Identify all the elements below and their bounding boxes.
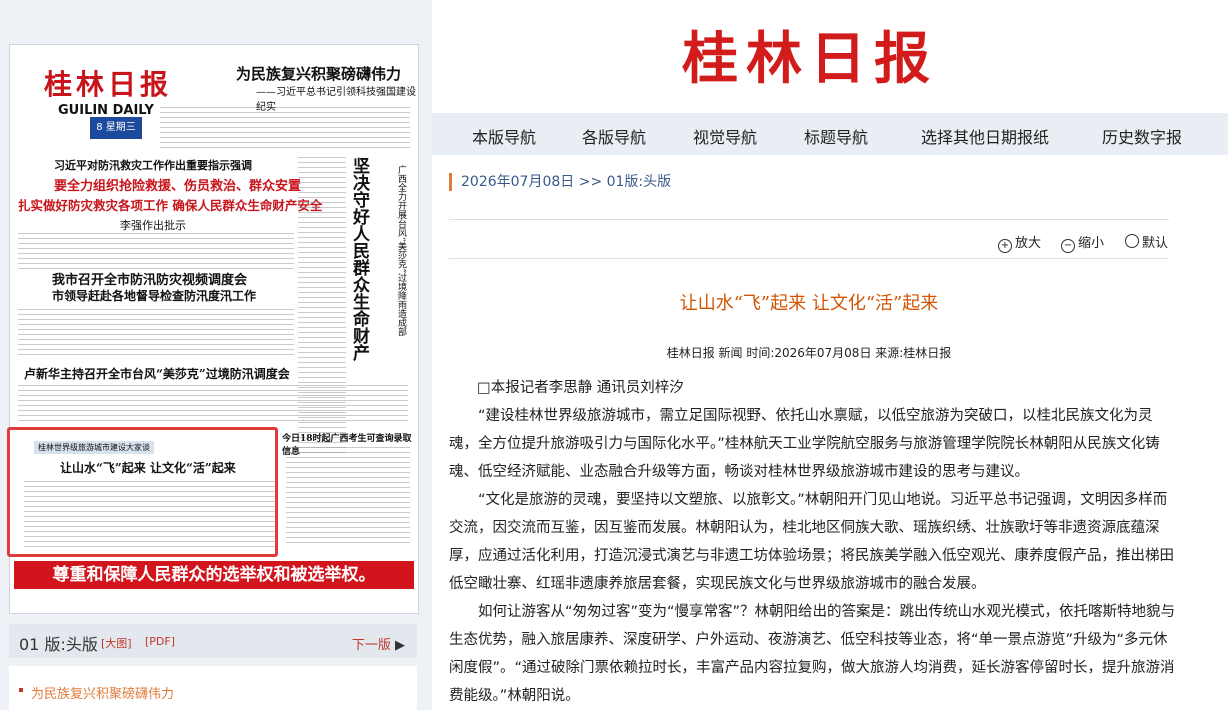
banner-subtitle: ——习近平总书记引领科技强国建设纪实	[256, 87, 416, 113]
story2-headline[interactable]: 我市召开全市防汛防灾视频调度会	[52, 269, 247, 288]
newspaper-date-badge: 8 星期三	[90, 117, 142, 139]
article-byline: □本报记者李思静 通讯员刘梓汐	[477, 380, 684, 396]
text-block	[286, 447, 410, 547]
zoom-out-label: 缩小	[1078, 236, 1105, 251]
nav-item-all-pages[interactable]: 各版导航	[582, 124, 646, 148]
story1-headline-2[interactable]: 扎实做好防灾救灾各项工作 确保人民群众生命财产安全	[18, 195, 322, 214]
vertical-headline[interactable]: 坚决守好人民群众生命财产安全 全力以赴争分夺秒严防死守	[350, 157, 372, 367]
article-paragraph-3: 如何让游客从“匆匆过客”变为“慢享常客”？林朝阳给出的答案是：跳出传统山水观光模…	[449, 604, 1176, 704]
zoom-in-label: 放大	[1015, 236, 1042, 251]
article-meta: 桂林日报 新闻 时间:2026年07月08日 来源:桂林日报	[666, 346, 952, 360]
nav-item-other-dates[interactable]: 选择其他日期报纸	[921, 124, 1049, 148]
article-list-item[interactable]: 为民族复兴积聚磅礴伟力	[31, 683, 174, 702]
text-block	[18, 385, 408, 425]
newspaper-logo: 桂林日报	[44, 68, 173, 101]
article-paragraph-1: “建设桂林世界级旅游城市，需立足国际视野、依托山水禀赋，以低空旅游为突破口，以桂…	[449, 408, 1160, 480]
story2-sub[interactable]: 市领导赶赴各地督导检查防汛度汛工作	[52, 287, 256, 304]
article-title: 让山水“飞”起来 让文化“活”起来	[679, 293, 939, 314]
story1-kicker[interactable]: 习近平对防汛救灾工作作出重要指示强调	[54, 157, 252, 173]
vertical-side-headline[interactable]: 广西全力开展台风“美莎克”过境降雨造成部分水库出现严重险情应急抢险工作	[394, 165, 408, 345]
nav-item-history[interactable]: 历史数字报	[1102, 124, 1182, 148]
red-slogan-banner: 尊重和保障人民群众的选举权和被选举权。	[14, 561, 414, 589]
next-page-link[interactable]: 下一版 ▶	[352, 634, 405, 653]
breadcrumb[interactable]: 2026年07月08日 >> 01版:头版	[449, 173, 671, 191]
article-paragraph-2: “文化是旅游的灵魂，要坚持以文塑旅、以旅彰文。”林朝阳开门见山地说。习近平总书记…	[449, 492, 1174, 592]
triangle-right-icon: ▶	[395, 638, 405, 653]
big-image-link[interactable]: [大图]	[101, 635, 132, 651]
circle-icon	[1125, 234, 1139, 248]
list-bullet-icon	[19, 688, 23, 692]
page-label: 01 版:头版	[19, 635, 98, 654]
nav-item-page[interactable]: 本版导航	[472, 124, 536, 148]
story1-sub: 李强作出批示	[120, 219, 186, 232]
pdf-link[interactable]: [PDF]	[145, 635, 175, 648]
zoom-out-button[interactable]: − 缩小	[1061, 232, 1104, 253]
page-navigation-bar: 01 版:头版 [大图] [PDF] 下一版 ▶	[9, 624, 417, 658]
text-block	[18, 233, 294, 269]
divider	[449, 219, 1169, 220]
story1-headline-1[interactable]: 要全力组织抢险救援、伤员救治、群众安置	[54, 175, 301, 194]
article-list: 为民族复兴积聚磅礴伟力	[9, 666, 417, 710]
divider	[449, 258, 1169, 259]
minus-circle-icon: −	[1061, 239, 1075, 253]
nav-item-visual[interactable]: 视觉导航	[693, 124, 757, 148]
newspaper-english-name: GUILIN DAILY	[58, 103, 154, 118]
next-page-label: 下一版	[351, 638, 391, 653]
selected-article-highlight[interactable]	[7, 427, 278, 557]
text-block	[18, 309, 294, 359]
zoom-in-button[interactable]: + 放大	[998, 232, 1041, 253]
zoom-default-button[interactable]: 默认	[1125, 232, 1168, 251]
site-logo: 桂林日报	[682, 26, 938, 92]
left-panel: 桂林日报 GUILIN DAILY 8 星期三 为民族复兴积聚磅礴伟力 ——习近…	[0, 0, 432, 710]
plus-circle-icon: +	[998, 239, 1012, 253]
zoom-default-label: 默认	[1142, 236, 1169, 251]
story3-headline[interactable]: 卢新华主持召开全市台风“美莎克”过境防汛调度会	[24, 365, 290, 382]
banner-title[interactable]: 为民族复兴积聚磅礴伟力	[236, 63, 401, 84]
main-navigation: 本版导航 各版导航 视觉导航 标题导航 选择其他日期报纸 历史数字报	[432, 113, 1228, 155]
text-block	[160, 107, 410, 151]
nav-item-titles[interactable]: 标题导航	[804, 124, 868, 148]
